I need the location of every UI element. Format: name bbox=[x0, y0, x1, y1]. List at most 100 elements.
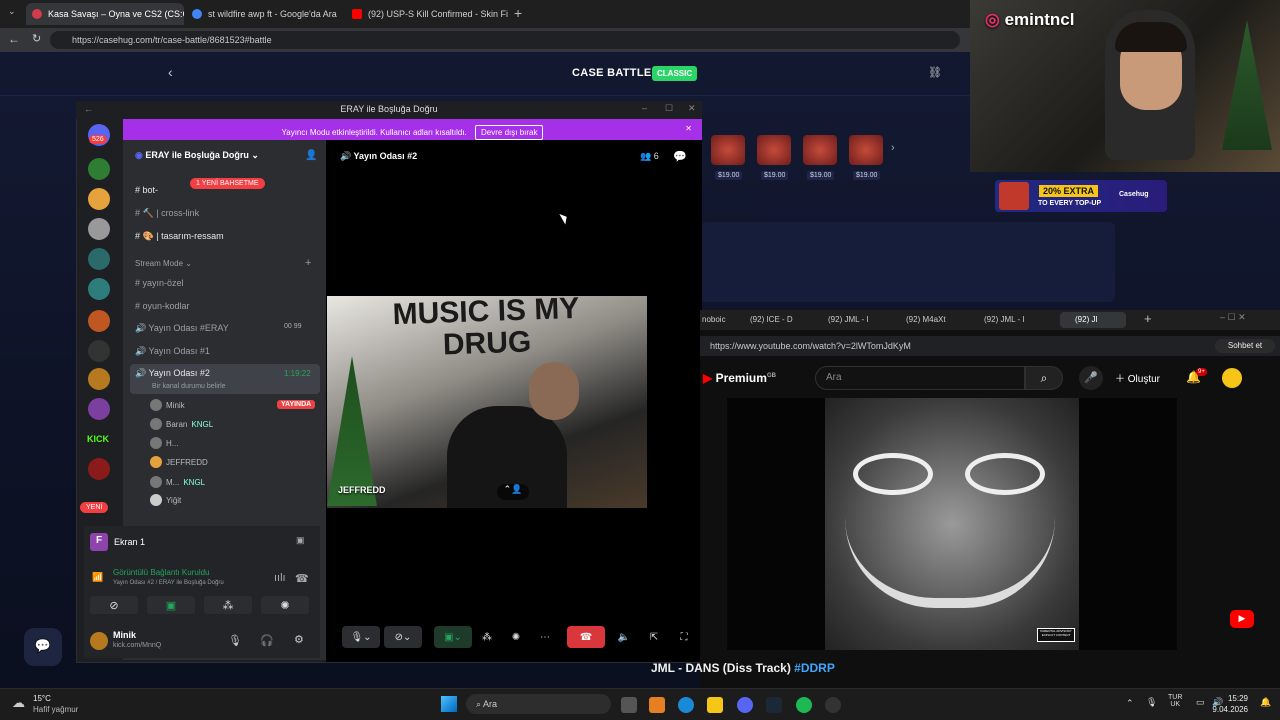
server-icon[interactable] bbox=[88, 218, 110, 240]
url-field[interactable]: https://www.youtube.com/watch?v=2lWTomJd… bbox=[710, 341, 911, 351]
disconnect-icon[interactable]: ☎ bbox=[295, 572, 309, 585]
camera-toggle-button[interactable]: ⊘ bbox=[90, 596, 138, 614]
server-icon[interactable] bbox=[88, 458, 110, 480]
voice-member[interactable]: M... KNGL bbox=[150, 476, 205, 488]
edge-icon[interactable] bbox=[678, 697, 694, 713]
yt-tab[interactable]: noboic bbox=[702, 315, 726, 324]
close-icon[interactable]: ✕ bbox=[343, 8, 344, 21]
clock-time[interactable]: 15:29 bbox=[1218, 694, 1248, 703]
channel-yayin-ozel[interactable]: # yayın-özel bbox=[135, 278, 184, 288]
case-item[interactable] bbox=[849, 135, 883, 165]
yt-tab[interactable]: (92) ICE - D bbox=[750, 315, 793, 324]
link-icon[interactable]: ⛓ bbox=[928, 66, 942, 79]
copilot-icon[interactable] bbox=[649, 697, 665, 713]
back-chevron-icon[interactable]: ‹ bbox=[168, 64, 173, 80]
discord-taskbar-icon[interactable] bbox=[737, 697, 753, 713]
chat-icon[interactable]: 💬 bbox=[673, 150, 687, 163]
add-channel-icon[interactable]: + bbox=[305, 257, 311, 269]
voice-channel-eray[interactable]: 🔊 Yayın Odası #ERAY bbox=[135, 323, 229, 334]
live-chat-icon[interactable]: 💬 bbox=[24, 628, 62, 666]
soundboard-button[interactable]: ✺ bbox=[505, 626, 527, 648]
windows-start-icon[interactable] bbox=[441, 696, 457, 712]
task-view-icon[interactable] bbox=[621, 697, 637, 713]
server-icon[interactable] bbox=[88, 188, 110, 210]
screen-share-button[interactable]: ▣⌄ bbox=[434, 626, 472, 648]
leave-call-button[interactable]: ☎ bbox=[567, 626, 605, 648]
activity-button[interactable]: ⁂ bbox=[476, 626, 498, 648]
share-screen-button[interactable]: ▣ bbox=[147, 596, 195, 614]
yt-tab[interactable]: (92) JML - I bbox=[984, 315, 1025, 324]
channel-oyun-kodlar[interactable]: # oyun-kodlar bbox=[135, 301, 190, 311]
tray-chevron-icon[interactable]: ⌃ bbox=[1126, 698, 1134, 709]
popout-icon[interactable]: ⇱ bbox=[644, 626, 664, 648]
chevron-right-icon[interactable]: › bbox=[891, 142, 895, 154]
mic-tray-icon[interactable]: 🎙 bbox=[1146, 697, 1157, 708]
search-icon[interactable]: ⌕ bbox=[1025, 366, 1063, 390]
category-stream-mode[interactable]: Stream Mode ⌄ bbox=[135, 259, 192, 268]
steam-icon[interactable] bbox=[766, 697, 782, 713]
notification-bell-icon[interactable]: 🔔 bbox=[1260, 697, 1271, 708]
yt-tab[interactable]: (92) JML - I bbox=[828, 315, 869, 324]
server-icon[interactable] bbox=[88, 158, 110, 180]
close-banner-icon[interactable]: ✕ bbox=[685, 124, 692, 133]
headphones-icon[interactable]: 🎧 bbox=[260, 634, 274, 647]
chat-button[interactable]: Sohbet et bbox=[1215, 339, 1275, 353]
yt-tab[interactable]: (92) M4aXt bbox=[906, 315, 946, 324]
channel-status[interactable]: Bir kanal durumu belirle bbox=[152, 383, 226, 390]
case-item[interactable] bbox=[711, 135, 745, 165]
more-options-icon[interactable]: ⋯ bbox=[534, 626, 556, 648]
server-icon[interactable] bbox=[88, 278, 110, 300]
mic-button[interactable]: 🎙⌄ bbox=[342, 626, 380, 648]
tab-youtube[interactable]: (92) USP-S Kill Confirmed - Skin Fi ✕ bbox=[346, 3, 510, 25]
case-item[interactable] bbox=[757, 135, 791, 165]
youtube-logo[interactable]: ▶ PremiumGB bbox=[703, 371, 776, 385]
channel-cross-link[interactable]: # 🔨 | cross-link bbox=[135, 208, 199, 219]
tab-google[interactable]: st wildfire awp ft - Google'da Ara ✕ bbox=[186, 3, 344, 25]
voice-channel-1[interactable]: 🔊 Yayın Odası #1 bbox=[135, 346, 210, 357]
invite-people-icon[interactable]: 👤 bbox=[305, 150, 317, 161]
spotify-icon[interactable] bbox=[796, 697, 812, 713]
activities-button[interactable]: ⁂ bbox=[204, 596, 252, 614]
window-controls-icon[interactable]: – ☐ ✕ bbox=[1220, 312, 1246, 323]
server-icon[interactable] bbox=[88, 368, 110, 390]
create-button[interactable]: ＋ Oluştur bbox=[1115, 370, 1160, 388]
back-icon[interactable]: ← bbox=[84, 104, 93, 114]
server-name-header[interactable]: ◉ ERAY ile Boşluğa Doğru ⌄ bbox=[135, 150, 259, 161]
language-indicator[interactable]: TUR UK bbox=[1168, 694, 1182, 708]
fullscreen-icon[interactable]: ⛶ bbox=[674, 626, 694, 648]
chrome-icon[interactable] bbox=[825, 697, 841, 713]
yt-tab-active[interactable]: (92) JI bbox=[1075, 315, 1098, 324]
participant-count[interactable]: 👥 6 bbox=[640, 151, 659, 162]
file-explorer-icon[interactable] bbox=[707, 697, 723, 713]
server-icon[interactable] bbox=[88, 310, 110, 332]
promo-banner[interactable]: 20% EXTRA TO EVERY TOP-UP Casehug bbox=[995, 180, 1167, 212]
kick-server-icon[interactable]: KICK bbox=[87, 434, 109, 444]
voice-channel-2[interactable]: 🔊 Yayın Odası #2 bbox=[135, 368, 210, 379]
server-icon[interactable] bbox=[88, 340, 110, 362]
weather-temp[interactable]: 15°C bbox=[33, 694, 51, 703]
settings-gear-icon[interactable]: ⚙ bbox=[294, 633, 304, 646]
url-field[interactable]: https://casehug.com/tr/case-battle/86815… bbox=[50, 31, 960, 49]
voice-member[interactable]: JEFFREDD bbox=[150, 456, 208, 468]
new-mentions-pill[interactable]: 1 YENİ BAHSETME bbox=[190, 178, 265, 189]
stream-controls-icon[interactable]: ⌃👤 bbox=[497, 484, 529, 500]
youtube-miniplayer-icon[interactable]: ▶ bbox=[1230, 610, 1254, 628]
connection-status[interactable]: Görüntülü Bağlantı Kuruldu bbox=[113, 568, 210, 577]
camera-button[interactable]: ⊘⌄ bbox=[384, 626, 422, 648]
case-item[interactable] bbox=[803, 135, 837, 165]
new-tab-icon[interactable]: + bbox=[1144, 311, 1152, 326]
back-icon[interactable]: ← bbox=[8, 32, 20, 46]
avatar[interactable] bbox=[1222, 368, 1242, 388]
voice-member[interactable]: Yiğit bbox=[150, 494, 181, 506]
tab-casehug[interactable]: Kasa Savaşı – Oyna ve CS2 (CS:GO) ✕ bbox=[26, 3, 184, 25]
reload-icon[interactable]: ↻ bbox=[32, 32, 41, 45]
server-icon[interactable] bbox=[88, 248, 110, 270]
stream-preview-icon[interactable]: ▣ bbox=[296, 535, 305, 546]
close-window-icon[interactable]: ✕ bbox=[688, 103, 696, 114]
voice-member[interactable]: Baran KNGL bbox=[150, 418, 213, 430]
video-tile[interactable]: MUSIC IS MY DRUG JEFFREDD ⌃👤 bbox=[327, 296, 647, 508]
search-input[interactable]: Ara bbox=[815, 366, 1025, 390]
disable-stream-mode-button[interactable]: Devre dışı bırak bbox=[475, 125, 544, 140]
channel-bot[interactable]: # bot- bbox=[135, 185, 158, 195]
new-tab-icon[interactable]: + bbox=[514, 5, 522, 21]
